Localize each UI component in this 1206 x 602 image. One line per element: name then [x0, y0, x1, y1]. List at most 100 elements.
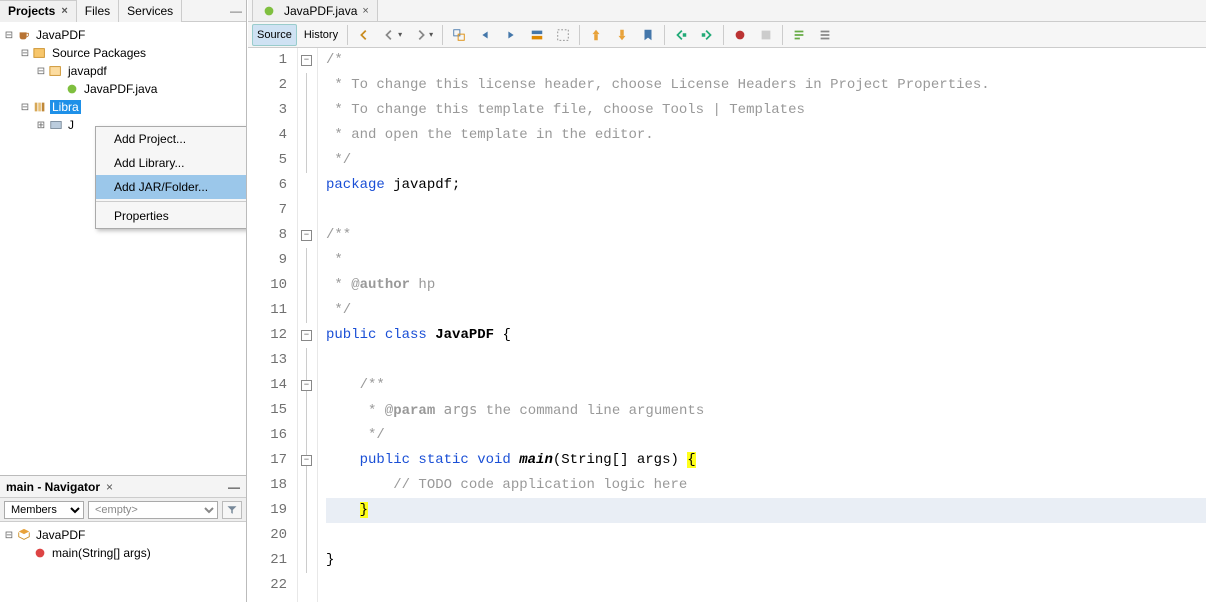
bookmark-prev-icon [589, 28, 603, 42]
menu-add-library[interactable]: Add Library... [96, 151, 246, 175]
members-combo[interactable]: Members [4, 501, 84, 519]
tree-package-javapdf[interactable]: ⊟ javapdf [2, 62, 244, 80]
menu-label: Properties [114, 209, 169, 223]
expand-icon[interactable]: ⊟ [2, 30, 16, 41]
close-icon[interactable]: × [61, 5, 67, 17]
minimize-icon[interactable]: — [226, 4, 246, 18]
editor-tab-javapdf[interactable]: JavaPDF.java × [252, 0, 378, 21]
node-label: JavaPDF.java [82, 82, 159, 96]
expand-icon[interactable]: ⊟ [34, 66, 48, 77]
nav-forward-icon [414, 28, 428, 42]
navigator-panel: main - Navigator × — Members <empty> ⊟ J… [0, 475, 246, 602]
shift-right-button[interactable] [695, 24, 719, 46]
menu-add-jar-folder[interactable]: Add JAR/Folder... [96, 175, 246, 199]
tree-libraries[interactable]: ⊟ Libra [2, 98, 244, 116]
expand-icon[interactable]: ⊟ [2, 530, 16, 541]
back-button[interactable]: ▾ [378, 24, 407, 46]
minimize-icon[interactable]: — [228, 480, 240, 494]
tree-file-javapdf[interactable]: JavaPDF.java [2, 80, 244, 98]
line-gutter[interactable]: 12345678910111213141516171819202122 [248, 48, 298, 602]
toggle-bookmark-button[interactable] [636, 24, 660, 46]
tree-source-packages[interactable]: ⊟ Source Packages [2, 44, 244, 62]
code-text: hp [410, 277, 435, 293]
forward-button[interactable]: ▾ [409, 24, 438, 46]
back-arrow-icon [357, 28, 371, 42]
shift-left-icon [674, 28, 688, 42]
tab-services[interactable]: Services [119, 0, 182, 22]
filter-combo[interactable]: <empty> [88, 501, 218, 519]
prev-bookmark-button[interactable] [584, 24, 608, 46]
left-panel: Projects × Files Services — ⊟ JavaPDF ⊟ … [0, 0, 247, 602]
code-text: { [687, 452, 695, 468]
java-class-icon [261, 3, 277, 19]
code-text: the command line arguments [477, 403, 704, 419]
find-next-button[interactable] [499, 24, 523, 46]
toggle-highlight-button[interactable] [525, 24, 549, 46]
method-icon [32, 545, 48, 561]
menu-add-project[interactable]: Add Project... [96, 127, 246, 151]
code-text: } [360, 502, 368, 518]
code-text: * and open the template in the editor. [326, 127, 654, 143]
tab-files[interactable]: Files [77, 0, 119, 22]
toggle-rect-select-button[interactable] [551, 24, 575, 46]
fold-toggle[interactable]: − [301, 330, 312, 341]
menu-label: Add Library... [114, 156, 184, 170]
code-text: * [326, 252, 343, 268]
coffee-icon [16, 27, 32, 43]
tree-project-root[interactable]: ⊟ JavaPDF [2, 26, 244, 44]
nav-method-node[interactable]: main(String[] args) [2, 544, 244, 562]
fold-toggle[interactable]: − [301, 380, 312, 391]
expand-icon[interactable]: ⊞ [34, 120, 48, 131]
close-icon[interactable]: × [362, 5, 368, 17]
code-text: * @ [326, 403, 393, 419]
fold-column[interactable]: − − − − − [298, 48, 318, 602]
source-view-tab[interactable]: Source [252, 24, 297, 46]
macro-stop-button[interactable] [754, 24, 778, 46]
code-text: */ [326, 302, 351, 318]
node-label: Libra [50, 100, 81, 114]
find-next-icon [504, 28, 518, 42]
find-prev-button[interactable] [473, 24, 497, 46]
code-text: author [360, 277, 410, 293]
code-text: static [410, 452, 469, 468]
uncomment-button[interactable] [813, 24, 837, 46]
code-text: // TODO code application logic here [326, 477, 687, 493]
navigator-filter-button[interactable] [222, 501, 242, 519]
code-text: JavaPDF [435, 327, 494, 343]
expand-icon[interactable]: ⊟ [18, 48, 32, 59]
code-text: args [435, 402, 477, 418]
close-icon[interactable]: × [106, 480, 113, 494]
editor-toolbar: Source History ▾ ▾ [248, 22, 1206, 48]
code-text: main [519, 452, 553, 468]
code-text: * @ [326, 277, 360, 293]
node-label: javapdf [66, 64, 109, 78]
fold-toggle[interactable]: − [301, 455, 312, 466]
navigator-tree[interactable]: ⊟ JavaPDF main(String[] args) [0, 522, 246, 602]
fold-toggle[interactable]: − [301, 55, 312, 66]
fold-toggle[interactable]: − [301, 230, 312, 241]
nav-class-node[interactable]: ⊟ JavaPDF [2, 526, 244, 544]
highlight-icon [530, 28, 544, 42]
package-open-icon [48, 63, 64, 79]
next-bookmark-button[interactable] [610, 24, 634, 46]
history-view-tab[interactable]: History [299, 24, 343, 46]
class-icon [16, 527, 32, 543]
expand-icon[interactable]: ⊟ [18, 102, 32, 113]
navigator-title-bar: main - Navigator × — [0, 476, 246, 498]
navigator-toolbar: Members <empty> [0, 498, 246, 522]
code-text: public [326, 327, 376, 343]
menu-properties[interactable]: Properties [96, 204, 246, 228]
code-area[interactable]: /* * To change this license header, choo… [318, 48, 1206, 602]
shift-left-button[interactable] [669, 24, 693, 46]
macro-record-button[interactable] [728, 24, 752, 46]
code-text: public [326, 452, 410, 468]
last-edit-button[interactable] [352, 24, 376, 46]
editor-body[interactable]: 12345678910111213141516171819202122 − − … [248, 48, 1206, 602]
tab-projects[interactable]: Projects × [0, 0, 77, 22]
tab-services-label: Services [127, 4, 173, 18]
node-label: main(String[] args) [50, 546, 153, 560]
editor-tabs: JavaPDF.java × [248, 0, 1206, 22]
find-selection-button[interactable] [447, 24, 471, 46]
project-tree[interactable]: ⊟ JavaPDF ⊟ Source Packages ⊟ javapdf Ja… [0, 22, 246, 475]
comment-button[interactable] [787, 24, 811, 46]
